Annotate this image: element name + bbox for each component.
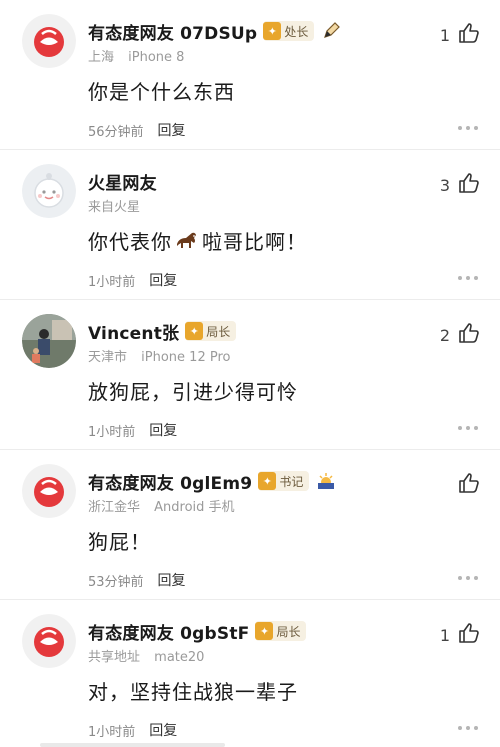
thumbs-up-icon [458,172,480,198]
comment-item: 有态度网友 0glEm9 ✦ 书记 浙江金华 Android 手机 狗屁！ 53… [0,450,500,600]
reply-button[interactable]: 回复 [149,720,177,740]
badge-icon: ✦ [185,322,204,340]
username[interactable]: 火星网友 [88,169,157,194]
comment-text: 放狗屁，引进少得可怜 [88,380,298,404]
timestamp: 1小时前 [88,424,136,440]
comment-meta: 浙江金华 Android 手机 [88,496,235,515]
scroll-indicator [40,743,225,747]
thumbs-up-icon [458,472,480,498]
username[interactable]: 有态度网友 0glEm9 [88,469,252,494]
rank-badge: ✦ 书记 [258,471,310,491]
badge-icon: ✦ [263,22,282,40]
like-count: 3 [439,175,450,195]
comment-text: 你是个什么东西 [88,80,235,104]
username[interactable]: Vincent张 [88,319,179,344]
more-options-icon[interactable] [458,576,478,580]
device-text: iPhone 12 Pro [141,350,231,365]
location-text: 天津市 [88,350,128,365]
comment-footer: 1小时前 回复 [88,420,177,440]
avatar[interactable] [22,164,76,218]
name-row: 有态度网友 0gbStF ✦ 局长 [88,618,307,644]
like-button[interactable]: 2 [440,322,480,348]
comment-meta: 共享地址 mate20 [88,646,204,665]
name-row: 火星网友 [88,168,157,194]
name-row: 有态度网友 0glEm9 ✦ 书记 [88,468,336,494]
comment-meta: 上海 iPhone 8 [88,46,184,65]
thumbs-up-icon [458,22,480,48]
badge-label: 局长 [276,624,301,639]
red-speech-bubble-avatar-icon [22,14,76,68]
location-text: 上海 [88,50,115,65]
comment-item: 火星网友 来自火星 3 你代表你 啦哥比啊！ 1小时前 回复 [0,150,500,300]
photo-avatar-icon [22,314,76,368]
like-button[interactable] [442,472,480,498]
timestamp: 1小时前 [88,274,136,290]
like-count: 1 [439,25,450,45]
comment-item: 有态度网友 07DSUp ✦ 处长 上海 iPhone 8 1 你是个什么东西 [0,0,500,150]
badge-label: 书记 [279,474,304,489]
comment-meta: 天津市 iPhone 12 Pro [88,346,230,365]
avatar[interactable] [22,314,76,368]
badge-label: 处长 [284,24,309,39]
like-count: 2 [439,325,450,345]
timestamp: 53分钟前 [88,574,144,590]
username[interactable]: 有态度网友 0gbStF [88,619,249,644]
reply-button[interactable]: 回复 [149,420,177,440]
device-text: iPhone 8 [128,50,185,65]
more-options-icon[interactable] [458,726,478,730]
name-row: Vincent张 ✦ 局长 [88,318,237,344]
location-text: 来自火星 [88,200,141,215]
avatar[interactable] [22,464,76,518]
comment-meta: 来自火星 [88,196,140,215]
badge-label: 局长 [206,324,231,339]
rank-badge: ✦ 处长 [263,21,315,41]
thumbs-up-icon [458,622,480,648]
name-row: 有态度网友 07DSUp ✦ 处长 [88,18,341,44]
comment-footer: 56分钟前 回复 [88,120,186,140]
like-button[interactable]: 1 [440,622,480,648]
more-options-icon[interactable] [458,426,478,430]
avatar[interactable] [22,14,76,68]
reply-button[interactable]: 回复 [158,570,186,590]
comment-item: 有态度网友 0gbStF ✦ 局长 共享地址 mate20 1 对，坚持住战狼一… [0,600,500,747]
mars-robot-avatar-icon [22,164,76,218]
location-text: 浙江金华 [88,500,141,515]
thumbs-up-icon [458,322,480,348]
rank-badge: ✦ 局长 [185,321,237,341]
comment-item: Vincent张 ✦ 局长 天津市 iPhone 12 Pro 2 放狗屁，引进… [0,300,500,450]
username[interactable]: 有态度网友 07DSUp [88,19,257,44]
comment-text: 对，坚持住战狼一辈子 [88,680,298,704]
horse-emoji-icon [174,230,200,252]
device-text: mate20 [154,650,205,665]
like-button[interactable]: 1 [440,22,480,48]
comment-footer: 1小时前 回复 [88,720,177,740]
more-options-icon[interactable] [458,126,478,130]
like-button[interactable]: 3 [440,172,480,198]
red-speech-bubble-avatar-icon [22,464,76,518]
reply-button[interactable]: 回复 [149,270,177,290]
reply-button[interactable]: 回复 [158,120,186,140]
comment-text: 你代表你 啦哥比啊！ [88,226,307,255]
comment-footer: 1小时前 回复 [88,270,177,290]
like-count: 1 [439,625,450,645]
comment-text: 狗屁！ [88,530,151,554]
location-text: 共享地址 [88,650,141,665]
more-options-icon[interactable] [458,276,478,280]
sunrise-icon [316,471,336,491]
comment-feed: 有态度网友 07DSUp ✦ 处长 上海 iPhone 8 1 你是个什么东西 [0,0,500,747]
timestamp: 56分钟前 [88,124,144,140]
rank-badge: ✦ 局长 [255,621,307,641]
comment-text-part: 啦哥比啊！ [202,230,307,254]
badge-icon: ✦ [258,472,277,490]
timestamp: 1小时前 [88,724,136,740]
comment-text-part: 你代表你 [88,230,172,254]
red-speech-bubble-avatar-icon [22,614,76,668]
device-text: Android 手机 [154,500,235,515]
pen-icon [321,21,341,41]
comment-footer: 53分钟前 回复 [88,570,186,590]
badge-icon: ✦ [255,622,274,640]
avatar[interactable] [22,614,76,668]
